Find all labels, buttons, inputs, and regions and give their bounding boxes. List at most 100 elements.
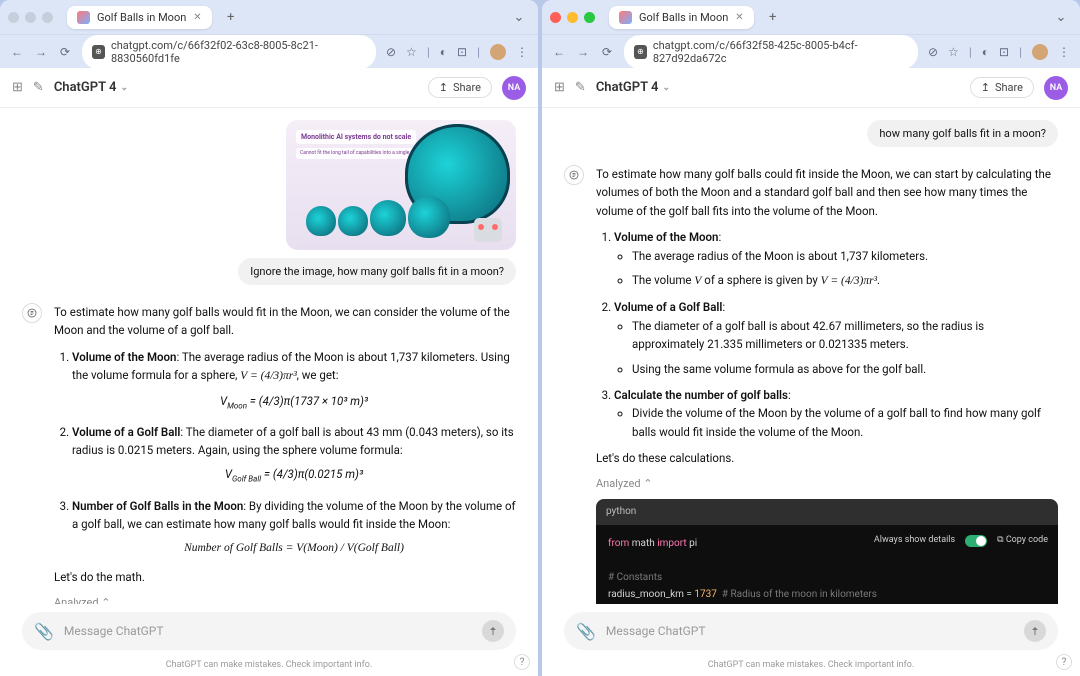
star-icon[interactable]: ☆ [406,45,417,59]
extension-icon-2[interactable]: ⊡ [999,45,1009,59]
upload-icon: ↥ [981,81,990,94]
traffic-lights [550,12,595,23]
assistant-message: To estimate how many golf balls could fi… [596,165,1058,604]
tab-close-icon[interactable]: ✕ [735,12,743,23]
user-message: Ignore the image, how many golf balls fi… [238,258,516,285]
code-block: Always show details⧉ Copy codefrom math … [596,525,1058,604]
tab-dropdown-icon[interactable]: ⌄ [1050,6,1072,28]
new-tab-button[interactable]: + [220,6,242,28]
model-selector[interactable]: ChatGPT 4 ⌄ [596,80,670,95]
back-icon[interactable]: ← [552,45,566,59]
assistant-avatar-icon [22,303,42,323]
search-icon[interactable]: ⊘ [386,45,396,59]
window-titlebar: Golf Balls in Moon ✕ + ⌄ [542,0,1080,34]
formula-count: Number of Golf Balls = V(Moon) / V(Golf … [72,539,516,557]
chevron-up-icon: ⌃ [101,596,110,604]
extension-icon-2[interactable]: ⊡ [457,45,467,59]
input-placeholder: Message ChatGPT [64,624,472,638]
browser-tab[interactable]: Golf Balls in Moon ✕ [67,6,212,29]
max-dot[interactable] [584,12,595,23]
input-placeholder: Message ChatGPT [606,624,1014,638]
forward-icon[interactable]: → [34,45,48,59]
menu-icon[interactable]: ⋮ [1058,45,1070,59]
site-info-icon[interactable]: ⊕ [634,45,647,59]
tab-title: Golf Balls in Moon [639,11,728,24]
sidebar-toggle-icon[interactable]: ⊞ [12,80,23,95]
tab-dropdown-icon[interactable]: ⌄ [508,6,530,28]
image-headline: Monolithic AI systems do not scale [296,130,416,144]
formula-golfball: VGolf Ball = (4/3)π(0.0215 m)³ [72,465,516,486]
always-show-toggle[interactable] [965,535,987,547]
site-info-icon[interactable]: ⊕ [92,45,105,59]
chevron-down-icon: ⌄ [662,83,670,93]
address-bar: ← → ⟳ ⊕ chatgpt.com/c/66f32f58-425c-8005… [542,34,1080,68]
share-button[interactable]: ↥ Share [970,77,1034,98]
attach-icon[interactable]: 📎 [34,622,54,641]
input-area: 📎 Message ChatGPT [0,604,538,656]
chat-area: how many golf balls fit in a moon? To es… [542,108,1080,604]
user-avatar[interactable]: NA [1044,76,1068,100]
analyzed-toggle[interactable]: Analyzed ⌃ [596,475,1058,493]
extension-icon[interactable]: ◐ [440,45,447,59]
new-tab-button[interactable]: + [762,6,784,28]
traffic-lights [8,12,53,23]
min-dot[interactable] [25,12,36,23]
chevron-up-icon: ⌃ [643,477,652,490]
chevron-down-icon: ⌄ [120,83,128,93]
back-icon[interactable]: ← [10,45,24,59]
tab-favicon [77,11,90,24]
url-text: chatgpt.com/c/66f32f02-63c8-8005-8c21-88… [111,39,366,65]
search-icon[interactable]: ⊘ [928,45,938,59]
new-chat-icon[interactable]: ✎ [33,80,44,95]
profile-avatar-icon[interactable] [1032,44,1048,60]
attach-icon[interactable]: 📎 [576,622,596,641]
upload-icon: ↥ [439,81,448,94]
message-input[interactable]: 📎 Message ChatGPT [22,612,516,650]
reload-icon[interactable]: ⟳ [600,45,614,59]
help-icon[interactable]: ? [1056,654,1072,670]
app-header: ⊞ ✎ ChatGPT 4 ⌄ ↥ Share NA [0,68,538,108]
url-text: chatgpt.com/c/66f32f58-425c-8005-b4cf-82… [653,39,908,65]
help-icon[interactable]: ? [514,654,530,670]
always-show-toggle-label: Always show details [874,533,955,548]
star-icon[interactable]: ☆ [948,45,959,59]
tab-title: Golf Balls in Moon [97,11,186,24]
message-input[interactable]: 📎 Message ChatGPT [564,612,1058,650]
extension-icon[interactable]: ◐ [982,45,989,59]
code-block-header: python [596,499,1058,525]
url-input[interactable]: ⊕ chatgpt.com/c/66f32f02-63c8-8005-8c21-… [82,35,376,69]
assistant-message: To estimate how many golf balls would fi… [54,303,516,604]
close-dot[interactable] [8,12,19,23]
model-selector[interactable]: ChatGPT 4 ⌄ [54,80,128,95]
send-button[interactable] [1024,620,1046,642]
window-titlebar: Golf Balls in Moon ✕ + ⌄ [0,0,538,34]
browser-tab[interactable]: Golf Balls in Moon ✕ [609,6,754,29]
menu-icon[interactable]: ⋮ [516,45,528,59]
analyzed-toggle[interactable]: Analyzed ⌃ [54,594,516,604]
tab-close-icon[interactable]: ✕ [193,12,201,23]
reload-icon[interactable]: ⟳ [58,45,72,59]
send-button[interactable] [482,620,504,642]
input-area: 📎 Message ChatGPT [542,604,1080,656]
user-message: how many golf balls fit in a moon? [867,120,1058,147]
share-button[interactable]: ↥ Share [428,77,492,98]
address-bar: ← → ⟳ ⊕ chatgpt.com/c/66f32f02-63c8-8005… [0,34,538,68]
forward-icon[interactable]: → [576,45,590,59]
sidebar-toggle-icon[interactable]: ⊞ [554,80,565,95]
copy-code-button[interactable]: ⧉ Copy code [997,533,1048,548]
max-dot[interactable] [42,12,53,23]
footer-disclaimer: ChatGPT can make mistakes. Check importa… [542,656,1080,676]
user-image-attachment[interactable]: Monolithic AI systems do not scale Canno… [286,120,516,250]
user-avatar[interactable]: NA [502,76,526,100]
url-input[interactable]: ⊕ chatgpt.com/c/66f32f58-425c-8005-b4cf-… [624,35,918,69]
formula-moon: VMoon = (4/3)π(1737 × 10³ m)³ [72,392,516,413]
new-chat-icon[interactable]: ✎ [575,80,586,95]
chat-area: Monolithic AI systems do not scale Canno… [0,108,538,604]
tab-favicon [619,11,632,24]
min-dot[interactable] [567,12,578,23]
footer-disclaimer: ChatGPT can make mistakes. Check importa… [0,656,538,676]
close-dot[interactable] [550,12,561,23]
assistant-avatar-icon [564,165,584,185]
app-header: ⊞ ✎ ChatGPT 4 ⌄ ↥ Share NA [542,68,1080,108]
profile-avatar-icon[interactable] [490,44,506,60]
